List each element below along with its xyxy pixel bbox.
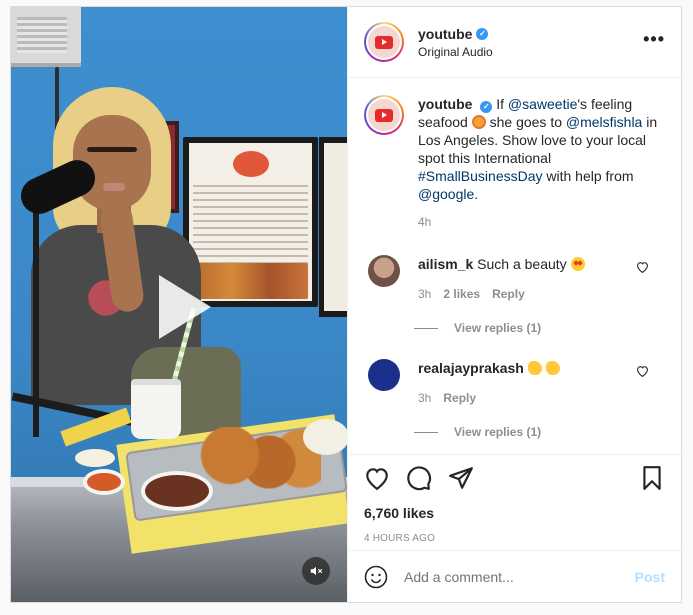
audio-link[interactable]: Original Audio — [418, 45, 493, 59]
author-username[interactable]: youtube — [418, 26, 472, 42]
view-replies-button[interactable]: View replies (1) — [414, 425, 665, 439]
post-details-panel: youtube ✓ Original Audio ••• youtube ✓ I… — [347, 7, 681, 602]
post-header: youtube ✓ Original Audio ••• — [348, 7, 681, 78]
caption-username[interactable]: youtube — [418, 96, 472, 112]
muted-speaker-icon — [310, 566, 323, 576]
comment-item: realajayprakash 3h Reply — [364, 359, 665, 405]
ear-emoji-icon — [471, 115, 486, 129]
clapping-hands-emoji-icon — [527, 361, 542, 375]
verified-badge-icon: ✓ — [476, 27, 489, 40]
caption-timestamp[interactable]: 4h — [418, 213, 658, 231]
comment-like-heart-icon[interactable] — [636, 365, 649, 377]
instagram-post: youtube ✓ Original Audio ••• youtube ✓ I… — [10, 6, 682, 603]
like-heart-icon[interactable] — [364, 465, 390, 491]
caption-author-avatar[interactable] — [364, 95, 404, 135]
comment-text: Such a beauty — [477, 256, 567, 272]
commenter-username[interactable]: ailism_k — [418, 256, 473, 272]
share-paper-plane-icon[interactable] — [448, 465, 474, 491]
reply-button[interactable]: Reply — [443, 391, 476, 405]
caption-text: youtube ✓ If @saweetie's feeling seafood… — [418, 96, 658, 202]
star-struck-emoji-icon — [570, 257, 585, 271]
view-replies-button[interactable]: View replies (1) — [414, 321, 665, 335]
hashtag-smallbusinessday[interactable]: #SmallBusinessDay — [418, 168, 543, 184]
youtube-logo-icon — [375, 35, 393, 49]
mention-melsfishla[interactable]: @melsfishla — [566, 114, 642, 130]
drink-cup — [131, 379, 181, 439]
mention-saweetie[interactable]: @saweetie — [508, 96, 577, 112]
comment-timestamp[interactable]: 3h — [418, 287, 431, 301]
emoji-smile-icon[interactable] — [364, 565, 388, 589]
mute-button[interactable] — [302, 557, 330, 585]
post-comment-button[interactable]: Post — [635, 569, 665, 585]
comment-input[interactable] — [404, 568, 635, 585]
video-player[interactable] — [11, 7, 347, 602]
post-caption: youtube ✓ If @saweetie's feeling seafood… — [364, 95, 665, 231]
comment-item: ailism_k Such a beauty 3h 2 likes Reply — [364, 255, 665, 301]
commenter-avatar[interactable] — [368, 359, 400, 391]
author-avatar[interactable] — [364, 22, 404, 62]
comment-bubble-icon[interactable] — [406, 465, 432, 491]
commenter-username[interactable]: realajayprakash — [418, 360, 524, 376]
comment-composer: Post — [348, 550, 681, 602]
youtube-logo-icon — [375, 108, 393, 122]
verified-badge-icon: ✓ — [480, 101, 493, 113]
comment-likes[interactable]: 2 likes — [443, 287, 480, 301]
play-icon[interactable] — [159, 275, 211, 339]
comments-list[interactable]: youtube ✓ If @saweetie's feeling seafood… — [348, 79, 681, 453]
like-count[interactable]: 6,760 likes — [364, 505, 665, 521]
comment-timestamp[interactable]: 3h — [418, 391, 431, 405]
post-actions: 6,760 likes 4 HOURS AGO — [348, 454, 681, 554]
post-date[interactable]: 4 HOURS AGO — [364, 533, 665, 544]
more-options-icon[interactable]: ••• — [643, 29, 665, 50]
commenter-avatar[interactable] — [368, 255, 400, 287]
clapping-hands-emoji-icon — [545, 361, 560, 375]
mention-google[interactable]: @google — [418, 186, 474, 202]
reply-button[interactable]: Reply — [492, 287, 525, 301]
comment-like-heart-icon[interactable] — [636, 261, 649, 273]
save-bookmark-icon[interactable] — [639, 465, 665, 491]
